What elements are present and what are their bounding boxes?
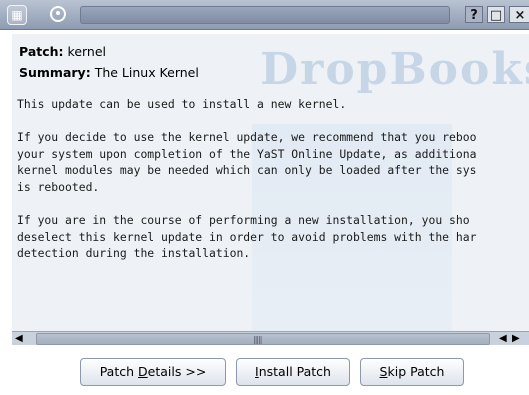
details-label-post: etails >> xyxy=(147,364,207,379)
skip-patch-button[interactable]: Skip Patch xyxy=(360,358,464,386)
scrollbar-thumb[interactable]: ||||| xyxy=(36,333,490,345)
gecko-icon-svg xyxy=(50,6,66,22)
scroll-right-arrow-icon[interactable]: ▶ xyxy=(512,332,520,345)
install-label-post: nstall Patch xyxy=(258,364,331,379)
window-menu-icon[interactable]: ▦ xyxy=(7,5,27,25)
description-line: is rebooted. xyxy=(17,179,100,194)
close-button[interactable]: × xyxy=(509,6,529,23)
horizontal-scrollbar[interactable]: ◀ ||||| ◀ ▶ xyxy=(12,331,529,345)
scroll-left-arrow-icon[interactable]: ◀ xyxy=(499,332,507,345)
suse-gecko-icon xyxy=(38,5,78,23)
window-titlebar[interactable]: ▦ ? □ × xyxy=(0,0,529,30)
patch-value: kernel xyxy=(67,44,107,59)
patch-name-line: Patch: kernel xyxy=(19,44,106,59)
description-line: detection during the installation. xyxy=(17,246,251,261)
window-title-field xyxy=(80,6,450,24)
patch-label: Patch: xyxy=(19,44,64,59)
description-line: kernel modules may be needed which can o… xyxy=(17,163,477,178)
description-line: your system upon completion of the YaST … xyxy=(17,146,477,161)
details-label-key: D xyxy=(138,364,148,379)
watermark-text: DropBooks xyxy=(260,44,529,95)
scroll-grip-icon: ||||| xyxy=(253,335,263,344)
maximize-button[interactable]: □ xyxy=(487,6,505,23)
description-line: This update can be used to install a new… xyxy=(17,97,347,111)
patch-details-button[interactable]: Patch Details >> xyxy=(80,358,226,386)
scroll-left-arrow-icon[interactable]: ◀ xyxy=(15,332,23,345)
summary-label: Summary: xyxy=(19,65,91,80)
help-button[interactable]: ? xyxy=(465,6,483,23)
summary-line: Summary: The Linux Kernel xyxy=(19,65,199,80)
details-label-pre: Patch xyxy=(99,364,139,379)
install-patch-button[interactable]: Install Patch xyxy=(236,358,350,386)
description-line: If you decide to use the kernel update, … xyxy=(17,130,477,144)
patch-info-panel: DropBooks Patch: kernel Summary: The Lin… xyxy=(12,34,529,336)
skip-label-post: kip Patch xyxy=(387,364,445,379)
description-line: If you are in the course of performing a… xyxy=(17,213,470,227)
description-line: deselect this kernel update in order to … xyxy=(17,229,477,244)
summary-value: The Linux Kernel xyxy=(94,65,199,80)
